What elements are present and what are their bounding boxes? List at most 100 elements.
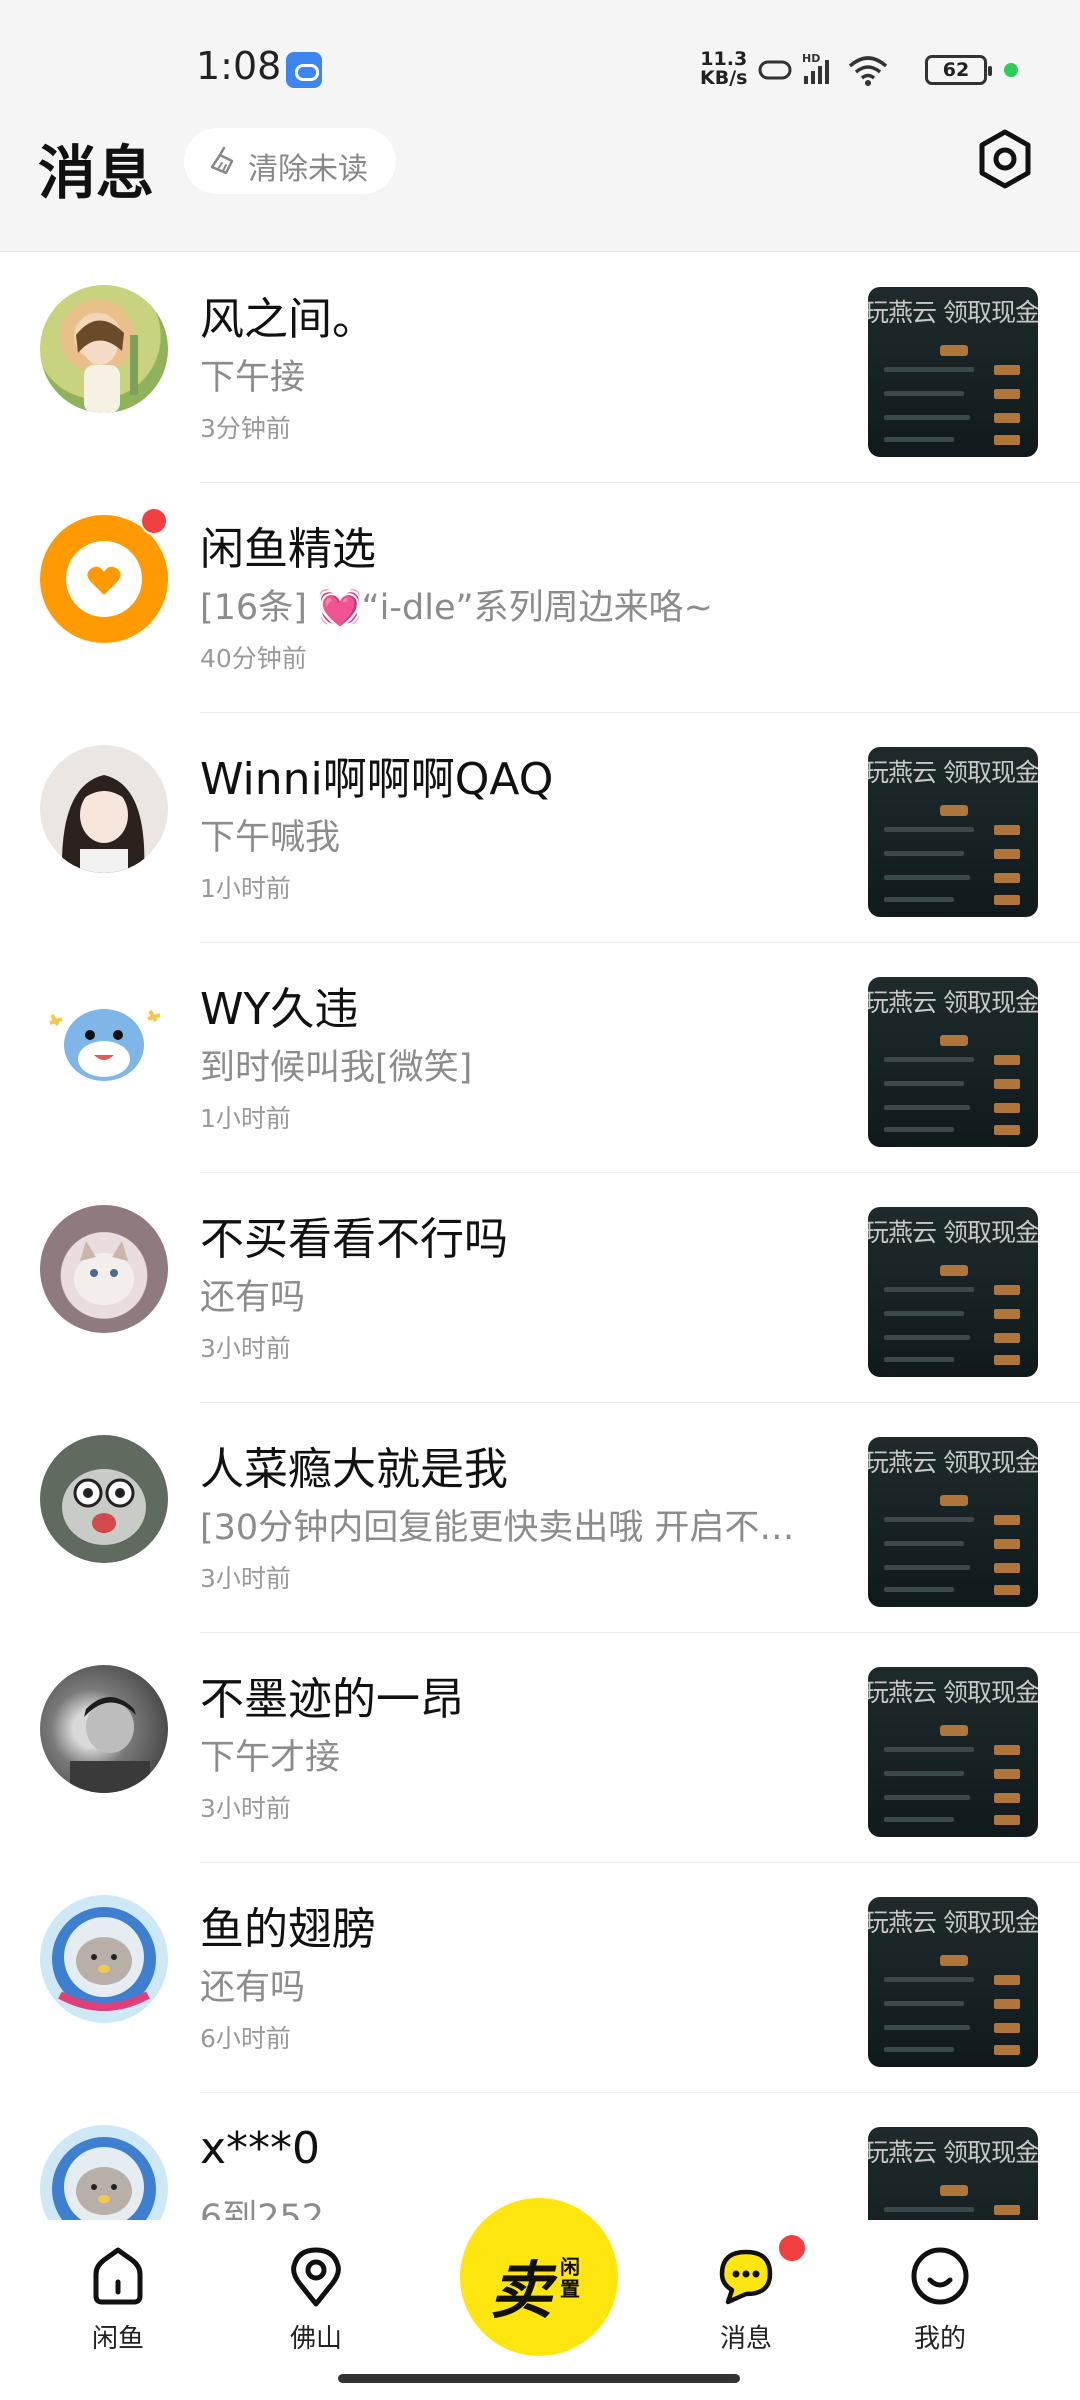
unread-badge	[140, 507, 168, 535]
message-time: 3小时前	[200, 1564, 291, 1593]
thumbnail-title: 玩燕云 领取现金红包	[868, 298, 1038, 327]
link-icon	[758, 60, 792, 80]
thumbnail-title: 玩燕云 领取现金红包	[868, 988, 1038, 1017]
location-icon	[291, 2247, 341, 2307]
message-time: 3小时前	[200, 1334, 291, 1363]
conversation-row[interactable]: 闲鱼精选 [16条] 💓“i-dle”系列周边来咯~ 40分钟前	[0, 483, 1080, 713]
conversation-row[interactable]: Winni啊啊啊QAQ 下午喊我 1小时前 玩燕云 领取现金红包	[0, 713, 1080, 943]
item-thumbnail[interactable]: 玩燕云 领取现金红包	[868, 287, 1038, 457]
battery-icon: 62	[925, 55, 992, 85]
message-time: 6小时前	[200, 2024, 291, 2053]
thumbnail-title: 玩燕云 领取现金红包	[868, 2138, 1038, 2167]
avatar-photo-girl	[76, 320, 138, 413]
message-time: 1小时前	[200, 1104, 291, 1133]
nav-mine-label: 我的	[913, 2324, 966, 2354]
nav-messages-label: 消息	[719, 2324, 772, 2354]
message-time: 40分钟前	[200, 644, 307, 673]
avatar[interactable]	[40, 1895, 168, 2023]
message-time: 1小时前	[200, 874, 291, 903]
nav-home-label: 闲鱼	[91, 2324, 144, 2354]
thumbnail-title: 玩燕云 领取现金红包	[868, 1218, 1038, 1247]
contact-name: 闲鱼精选	[200, 524, 376, 575]
clear-unread-button[interactable]: 清除未读	[184, 128, 396, 194]
nav-mine[interactable]: 我的	[880, 2244, 1000, 2364]
status-time: 1:08	[196, 44, 282, 88]
wifi-icon	[848, 56, 888, 86]
bottom-nav: 闲鱼 佛山 卖 闲置 消息 我的	[0, 2198, 1080, 2400]
item-thumbnail[interactable]: 玩燕云 领取现金红包	[868, 2127, 1038, 2220]
message-preview: [16条] 💓“i-dle”系列周边来咯~	[200, 588, 713, 628]
page-header: 消息 清除未读	[0, 110, 1080, 252]
contact-name: 风之间。	[200, 294, 376, 345]
avatar-photo-bw	[70, 1697, 150, 1793]
message-preview: [30分钟内回复能更快卖出哦 开启不…	[200, 1508, 795, 1548]
conversation-row[interactable]: 不买看看不行吗 还有吗 3小时前 玩燕云 领取现金红包	[0, 1173, 1080, 1403]
avatar-cartoon-astronaut-cat	[52, 2137, 156, 2220]
nav-home[interactable]: 闲鱼	[58, 2244, 178, 2364]
avatar[interactable]	[40, 1435, 168, 1563]
conversation-row[interactable]: 鱼的翅膀 还有吗 6小时前 玩燕云 领取现金红包	[0, 1863, 1080, 2093]
conversation-row[interactable]: WY久违 到时候叫我[微笑] 1小时前 玩燕云 领取现金红包	[0, 943, 1080, 1173]
thumbnail-title: 玩燕云 领取现金红包	[868, 758, 1038, 787]
avatar[interactable]	[40, 285, 168, 413]
message-preview: 到时候叫我[微笑]	[200, 1048, 473, 1088]
conversation-list: 风之间。 下午接 3分钟前 玩燕云 领取现金红包 闲鱼精选 [16条] 💓“i-…	[0, 253, 1080, 2220]
page-title: 消息	[38, 139, 155, 207]
message-preview: 下午喊我	[200, 818, 341, 858]
link-app-icon	[286, 52, 322, 88]
contact-name: 鱼的翅膀	[200, 1904, 376, 1955]
home-indicator[interactable]	[338, 2374, 740, 2383]
item-thumbnail[interactable]: 玩燕云 领取现金红包	[868, 977, 1038, 1147]
thumbnail-title: 玩燕云 领取现金红包	[868, 1678, 1038, 1707]
avatar[interactable]	[40, 1665, 168, 1793]
sell-button[interactable]: 卖 闲置	[460, 2198, 618, 2356]
avatar[interactable]	[40, 1205, 168, 1333]
item-thumbnail[interactable]: 玩燕云 领取现金红包	[868, 747, 1038, 917]
contact-name: WY久违	[200, 984, 359, 1035]
message-time: 3小时前	[200, 1794, 291, 1823]
indicator-dot	[1004, 63, 1018, 77]
nav-city[interactable]: 佛山	[256, 2244, 376, 2364]
message-preview: 下午才接	[200, 1738, 341, 1778]
network-speed: 11.3 KB/s	[700, 50, 747, 88]
message-time: 3分钟前	[200, 414, 291, 443]
nav-city-label: 佛山	[289, 2324, 342, 2354]
item-thumbnail[interactable]: 玩燕云 领取现金红包	[868, 1437, 1038, 1607]
message-preview: 下午接	[200, 358, 306, 398]
avatar-cartoon-seal	[62, 1469, 146, 1545]
signal-wifi-icons: HD	[758, 52, 888, 86]
sell-sublabel: 闲置	[560, 2255, 580, 2301]
message-preview: 还有吗	[200, 1278, 306, 1318]
clear-unread-label: 清除未读	[248, 152, 368, 187]
avatar-cartoon-shark	[49, 1009, 161, 1081]
home-icon	[93, 2247, 143, 2305]
broom-icon	[210, 146, 234, 175]
network-speed-unit: KB/s	[700, 67, 748, 89]
thumbnail-title: 玩燕云 领取现金红包	[868, 1908, 1038, 1937]
contact-name: x***0	[200, 2123, 321, 2174]
avatar-photo-cat	[74, 1241, 134, 1305]
conversation-row[interactable]: 人菜瘾大就是我 [30分钟内回复能更快卖出哦 开启不… 3小时前 玩燕云 领取现…	[0, 1403, 1080, 1633]
avatar-photo-girl-2	[61, 775, 145, 873]
conversation-row[interactable]: 不墨迹的一昂 下午才接 3小时前 玩燕云 领取现金红包	[0, 1633, 1080, 1863]
chat-bubble-icon	[719, 2249, 773, 2305]
conversation-row[interactable]: 风之间。 下午接 3分钟前 玩燕云 领取现金红包	[0, 253, 1080, 483]
item-thumbnail[interactable]: 玩燕云 领取现金红包	[868, 1207, 1038, 1377]
avatar[interactable]	[40, 2125, 168, 2220]
message-preview: 还有吗	[200, 1968, 306, 2008]
item-thumbnail[interactable]: 玩燕云 领取现金红包	[868, 1667, 1038, 1837]
thumbnail-title: 玩燕云 领取现金红包	[868, 1448, 1038, 1477]
avatar[interactable]	[40, 975, 168, 1103]
cellular-signal-icon: HD	[802, 52, 829, 84]
sell-label: 卖	[490, 2254, 553, 2327]
item-thumbnail[interactable]: 玩燕云 领取现金红包	[868, 1897, 1038, 2067]
contact-name: Winni啊啊啊QAQ	[200, 754, 554, 805]
contact-name: 不买看看不行吗	[200, 1214, 508, 1265]
smile-face-icon	[911, 2247, 969, 2305]
avatar[interactable]	[40, 745, 168, 873]
contact-name: 不墨迹的一昂	[200, 1674, 464, 1725]
status-bar: 1:08 11.3 KB/s HD 62	[0, 0, 1080, 110]
settings-icon[interactable]	[974, 128, 1036, 190]
messages-unread-badge	[776, 2232, 808, 2264]
message-preview: 6到252	[200, 2198, 325, 2220]
